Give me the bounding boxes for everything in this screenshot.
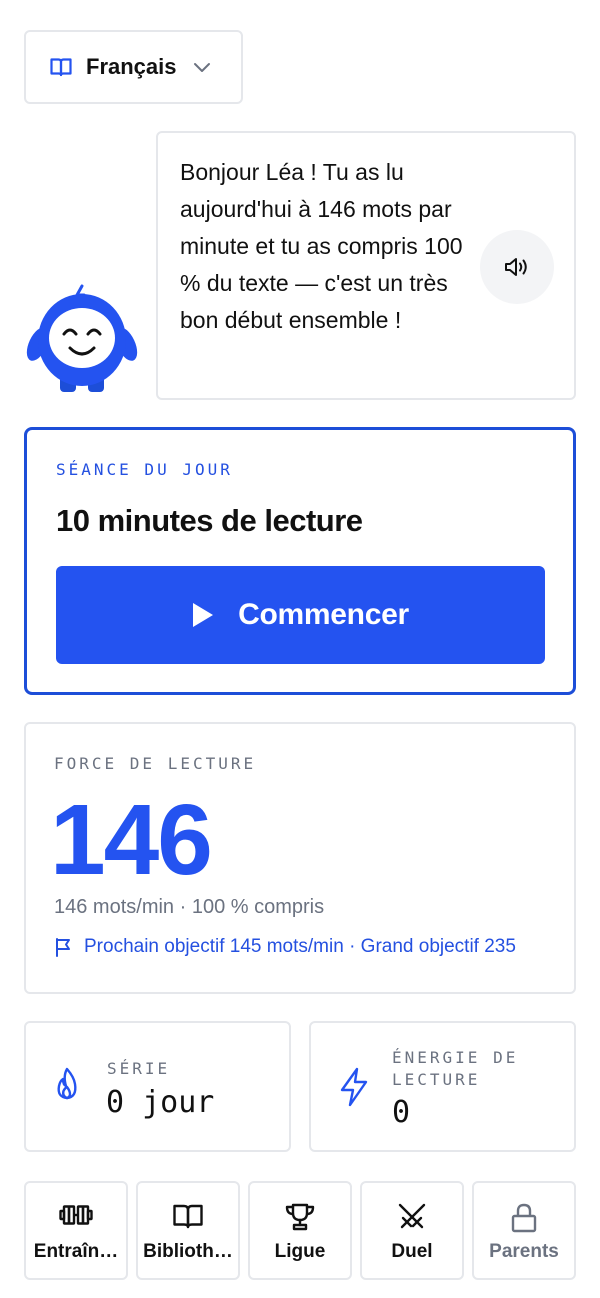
nav-label-parents: Parents: [489, 1241, 559, 1262]
session-card: SÉANCE DU JOUR 10 minutes de lecture Com…: [24, 427, 576, 695]
force-value: 146: [50, 784, 213, 896]
robot-mascot: [26, 282, 138, 396]
goal-link[interactable]: Prochain objectif 145 mots/min · Grand o…: [54, 936, 516, 958]
nav-item-training[interactable]: Entraîn…: [24, 1181, 128, 1280]
streak-card: SÉRIE 0 jour: [24, 1021, 291, 1152]
speaker-button[interactable]: [480, 230, 554, 304]
speaker-icon: [504, 256, 530, 278]
book-icon: [138, 1203, 238, 1229]
play-icon: [192, 602, 214, 628]
trophy-icon: [250, 1203, 350, 1231]
energy-tag: ÉNERGIE DE LECTURE: [392, 1048, 519, 1089]
reading-strength-card: FORCE DE LECTURE 146 146 mots/min · 100 …: [24, 722, 576, 994]
force-subtitle: 146 mots/min · 100 % compris: [54, 896, 325, 918]
lock-icon: [474, 1203, 574, 1233]
force-tag: FORCE DE LECTURE: [54, 754, 257, 773]
start-button[interactable]: Commencer: [56, 566, 545, 664]
streak-value: 0 jour: [106, 1085, 215, 1120]
session-tag: SÉANCE DU JOUR: [56, 460, 233, 479]
bubble-message: Bonjour Léa ! Tu as lu aujourd'hui à 146…: [180, 159, 463, 333]
crossed-swords-icon: [362, 1203, 462, 1229]
energy-card: ÉNERGIE DE LECTURE 0: [309, 1021, 576, 1152]
nav-label-duel: Duel: [391, 1241, 433, 1262]
nav-label-training: Entraîn…: [33, 1241, 119, 1262]
nav-label-league: Ligue: [274, 1241, 326, 1262]
start-button-label: Commencer: [238, 598, 409, 631]
goal-text: Prochain objectif 145 mots/min · Grand o…: [84, 936, 516, 957]
nav-label-library: Biblioth…: [143, 1241, 233, 1262]
language-label: Français: [86, 54, 177, 79]
energy-value: 0: [392, 1095, 411, 1130]
streak-tag: SÉRIE: [107, 1059, 171, 1078]
chevron-down-icon: [193, 61, 211, 73]
lightning-icon: [339, 1067, 369, 1107]
nav-item-parents[interactable]: Parents: [472, 1181, 576, 1280]
session-title: 10 minutes de lecture: [56, 503, 363, 538]
language-selector[interactable]: Français: [24, 30, 243, 104]
nav-item-duel[interactable]: Duel: [360, 1181, 464, 1280]
nav-item-library[interactable]: Biblioth…: [136, 1181, 240, 1280]
flame-icon: [54, 1067, 80, 1101]
nav-item-league[interactable]: Ligue: [248, 1181, 352, 1280]
flag-icon: [54, 937, 72, 957]
speech-bubble: Bonjour Léa ! Tu as lu aujourd'hui à 146…: [156, 131, 576, 400]
dumbbell-icon: [26, 1203, 126, 1227]
book-icon: [50, 57, 72, 77]
